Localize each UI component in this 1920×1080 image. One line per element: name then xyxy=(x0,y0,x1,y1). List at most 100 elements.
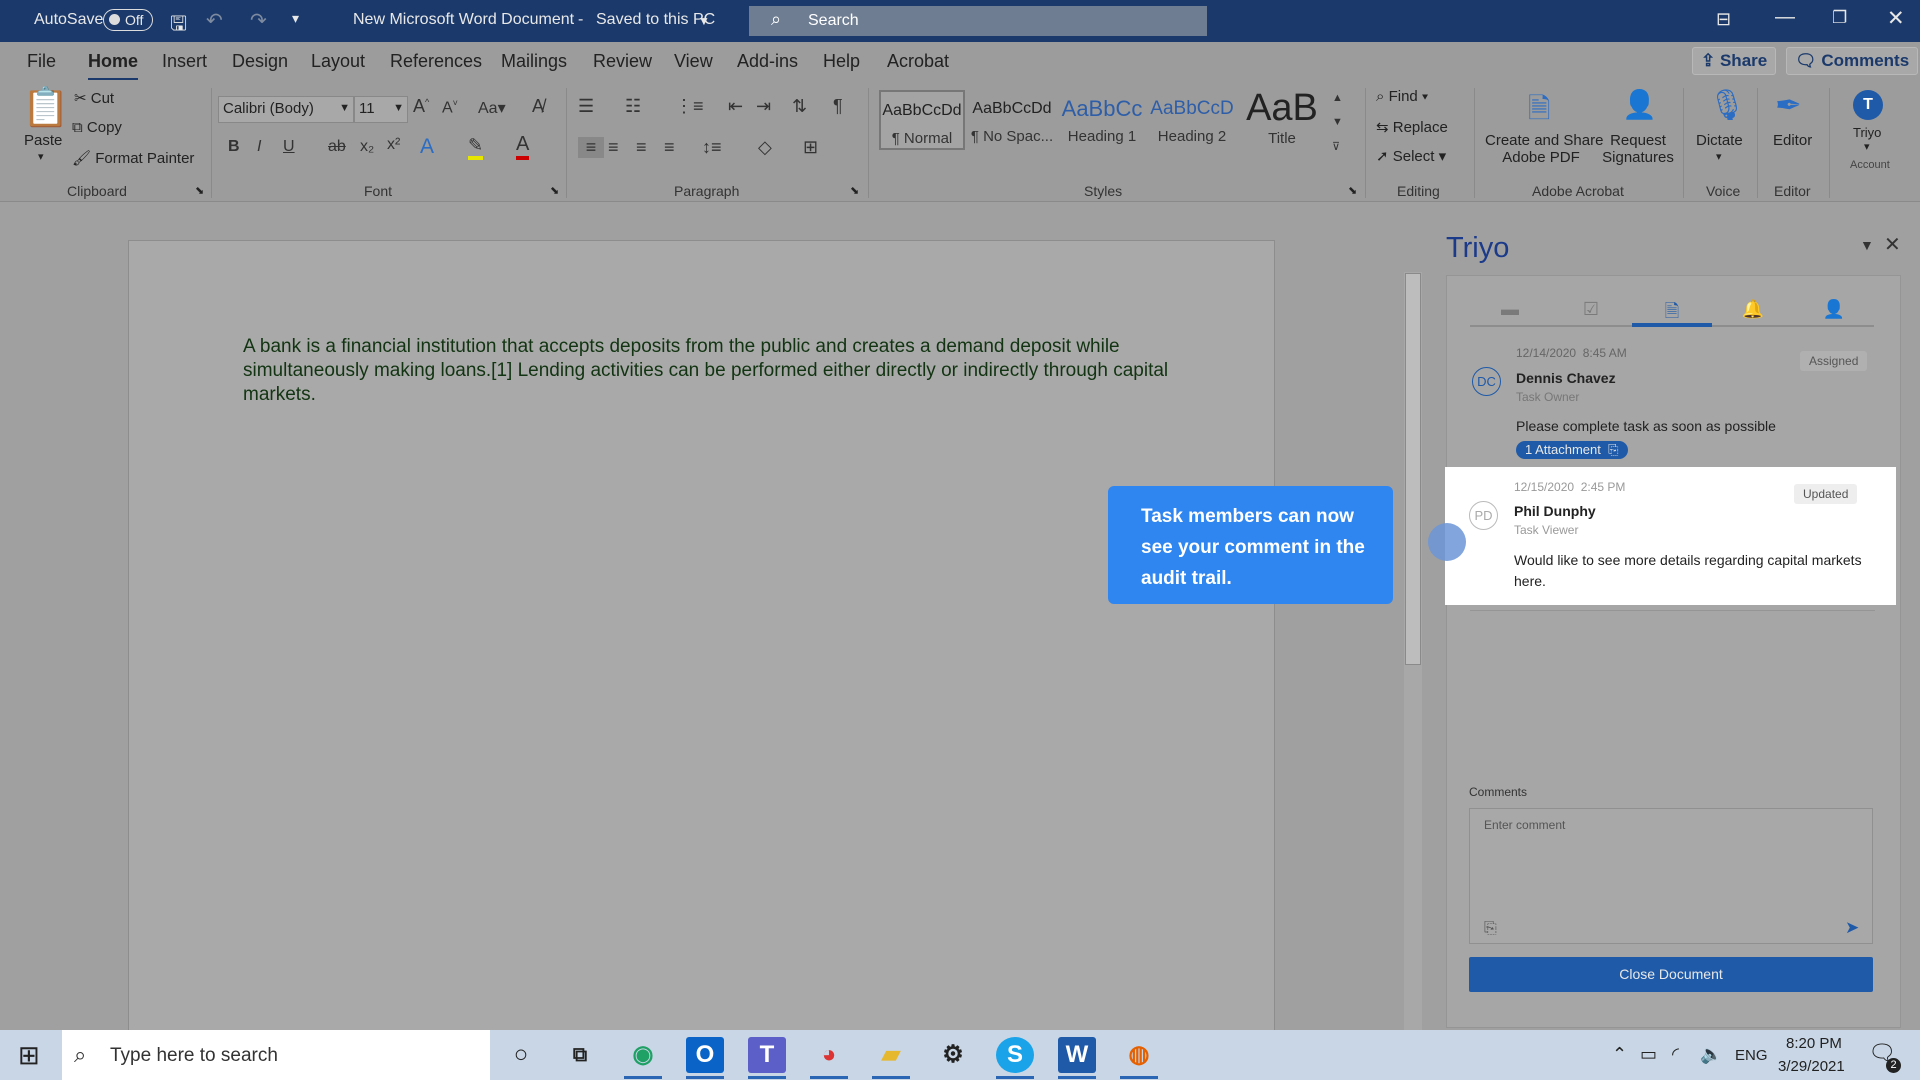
align-left-icon[interactable]: ≡ xyxy=(578,137,604,158)
chrome-icon[interactable]: ◕ xyxy=(810,1037,848,1073)
copy-button[interactable]: ⧉ Copy xyxy=(72,119,122,136)
wifi-icon[interactable]: ◜ xyxy=(1672,1044,1679,1065)
line-spacing-icon[interactable]: ↕≡ xyxy=(702,137,722,158)
bold-icon[interactable]: B xyxy=(228,138,240,156)
shading-icon[interactable]: ◇ xyxy=(758,137,772,158)
subscript-icon[interactable]: x₂ xyxy=(360,138,374,156)
decrease-indent-icon[interactable]: ⇤ xyxy=(728,96,743,117)
paste-label[interactable]: Paste xyxy=(24,132,62,149)
task-view-icon[interactable]: ⧉ xyxy=(561,1037,599,1073)
create-share-pdf-button[interactable]: Create and Share Adobe PDF xyxy=(1485,132,1603,166)
task-check-icon[interactable]: ☑ xyxy=(1571,299,1611,320)
tab-home[interactable]: Home xyxy=(88,51,139,81)
tab-review[interactable]: Review xyxy=(593,51,652,72)
show-hidden-icons-icon[interactable]: ⌃ xyxy=(1612,1044,1627,1065)
windows-start-icon[interactable]: ⊞ xyxy=(18,1040,40,1071)
numbering-icon[interactable]: ☷ xyxy=(625,96,641,117)
dialog-launcher-icon[interactable]: ⬊ xyxy=(195,184,204,197)
increase-indent-icon[interactable]: ⇥ xyxy=(756,96,771,117)
restore-icon[interactable]: ❐ xyxy=(1832,8,1847,28)
align-right-icon[interactable]: ≡ xyxy=(636,137,647,158)
style-heading-1[interactable]: AaBbCc Heading 1 xyxy=(1059,90,1145,150)
skype-icon[interactable]: S xyxy=(996,1037,1034,1073)
battery-icon[interactable]: ▭ xyxy=(1640,1044,1657,1065)
font-name-select[interactable]: Calibri (Body) ▼ xyxy=(218,96,354,123)
settings-gear-icon[interactable]: ⚙ xyxy=(934,1037,972,1073)
signature-icon[interactable]: 👤 xyxy=(1622,88,1657,121)
dialog-launcher-icon[interactable]: ⬊ xyxy=(850,184,859,197)
cut-button[interactable]: ✂ Cut xyxy=(74,89,114,107)
style-no-spacing[interactable]: AaBbCcDd ¶ No Spac... xyxy=(969,90,1055,150)
grow-font-icon[interactable]: A^ xyxy=(413,96,429,117)
styles-scroll-down-icon[interactable]: ▼ xyxy=(1332,116,1343,128)
chevron-down-icon[interactable]: ▼ xyxy=(698,14,710,28)
bell-icon[interactable]: 🔔 xyxy=(1733,299,1773,320)
send-icon[interactable]: ➤ xyxy=(1845,918,1859,938)
close-document-button[interactable]: Close Document xyxy=(1469,957,1873,992)
account-name[interactable]: Triyo xyxy=(1853,125,1881,140)
adobe-pdf-icon[interactable]: 🗎 xyxy=(1528,88,1551,136)
ribbon-display-icon[interactable]: ⊟ xyxy=(1716,9,1731,30)
clock-time[interactable]: 8:20 PM xyxy=(1786,1035,1842,1052)
redo-icon[interactable]: ↷ xyxy=(250,8,267,33)
paste-icon[interactable]: 📋 xyxy=(22,86,69,130)
taskbar-search-box[interactable]: ⌕ Type here to search xyxy=(62,1030,490,1080)
strikethrough-icon[interactable]: ab xyxy=(328,138,346,156)
pane-close-icon[interactable]: ✕ xyxy=(1884,232,1901,257)
paste-dropdown-icon[interactable]: ▾ xyxy=(38,150,44,163)
styles-scroll-up-icon[interactable]: ▲ xyxy=(1332,92,1343,104)
user-icon[interactable]: 👤 xyxy=(1814,299,1854,320)
customize-quick-access-icon[interactable]: ▾ xyxy=(292,10,299,27)
style-title[interactable]: AaB Title xyxy=(1239,88,1325,150)
style-normal[interactable]: AaBbCcDd ¶ Normal xyxy=(879,90,965,150)
request-signatures-button[interactable]: Request Signatures xyxy=(1600,132,1676,166)
styles-more-icon[interactable]: ⊽ xyxy=(1332,140,1340,153)
highlight-icon[interactable]: ✎ xyxy=(468,135,484,160)
replace-button[interactable]: ⇆ Replace xyxy=(1376,118,1448,136)
undo-icon[interactable]: ↶ xyxy=(206,8,223,33)
tab-design[interactable]: Design xyxy=(232,51,288,72)
volume-icon[interactable]: 🔈 xyxy=(1700,1044,1722,1065)
chevron-down-icon[interactable]: ▾ xyxy=(1864,140,1870,153)
cortana-icon[interactable]: ○ xyxy=(502,1037,540,1073)
document-body-text[interactable]: A bank is a financial institution that a… xyxy=(243,335,1193,407)
paperclip-icon[interactable]: ⎘ xyxy=(1484,920,1497,938)
tab-mailings[interactable]: Mailings xyxy=(501,51,567,72)
editor-label[interactable]: Editor xyxy=(1773,132,1812,149)
shrink-font-icon[interactable]: A˅ xyxy=(442,98,458,117)
close-icon[interactable]: ✕ xyxy=(1887,6,1905,31)
sort-icon[interactable]: ⇅ xyxy=(792,96,807,117)
tab-insert[interactable]: Insert xyxy=(162,51,207,72)
word-icon[interactable]: W xyxy=(1058,1037,1096,1073)
dialog-launcher-icon[interactable]: ⬊ xyxy=(1348,184,1357,197)
teams-icon[interactable]: T xyxy=(748,1037,786,1073)
search-box[interactable]: ⌕ Search xyxy=(749,6,1207,36)
folder-icon[interactable]: ▬ xyxy=(1490,299,1530,320)
font-color-icon[interactable]: A xyxy=(516,133,530,160)
clock-date[interactable]: 3/29/2021 xyxy=(1778,1058,1845,1075)
editor-pen-icon[interactable]: ✒ xyxy=(1775,86,1802,124)
tab-acrobat[interactable]: Acrobat xyxy=(887,51,949,72)
dialog-launcher-icon[interactable]: ⬊ xyxy=(550,184,559,197)
format-painter-button[interactable]: 🖌 Format Painter xyxy=(72,149,194,167)
firefox-icon[interactable]: ◍ xyxy=(1120,1037,1158,1073)
comment-input[interactable]: Enter comment ⎘ ➤ xyxy=(1469,808,1873,944)
align-center-icon[interactable]: ≡ xyxy=(608,137,619,158)
comments-button[interactable]: 🗨 Comments xyxy=(1786,47,1919,75)
language-indicator[interactable]: ENG xyxy=(1735,1047,1768,1064)
tab-help[interactable]: Help xyxy=(823,51,860,72)
account-avatar[interactable]: T xyxy=(1853,90,1883,120)
bullets-icon[interactable]: ☰ xyxy=(578,96,594,117)
style-heading-2[interactable]: AaBbCcD Heading 2 xyxy=(1149,90,1235,150)
tab-layout[interactable]: Layout xyxy=(311,51,365,72)
tab-file[interactable]: File xyxy=(27,51,56,72)
italic-icon[interactable]: I xyxy=(257,138,261,156)
microphone-icon[interactable]: 🎙 xyxy=(1708,88,1746,123)
autosave-toggle[interactable]: Off xyxy=(103,9,153,31)
tab-references[interactable]: References xyxy=(390,51,482,72)
chevron-down-icon[interactable]: ▾ xyxy=(1716,150,1722,163)
edge-icon[interactable]: ◉ xyxy=(624,1037,662,1073)
text-effects-icon[interactable]: A xyxy=(420,135,434,159)
underline-icon[interactable]: U xyxy=(283,138,295,156)
file-explorer-icon[interactable]: ▰ xyxy=(872,1037,910,1073)
